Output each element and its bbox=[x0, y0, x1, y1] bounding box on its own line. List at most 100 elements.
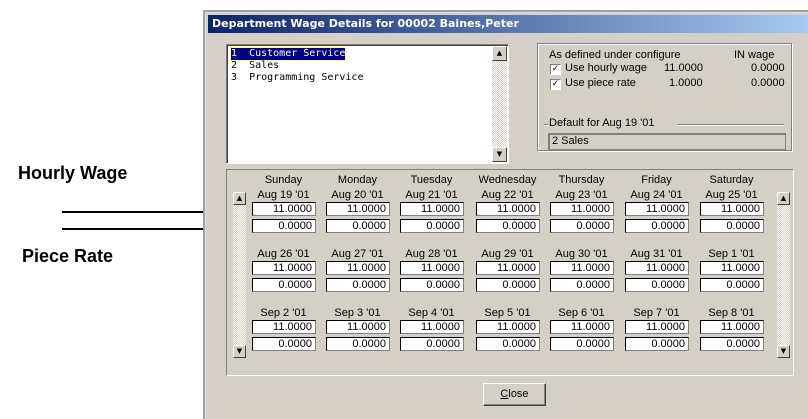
piece-rate-field[interactable]: 0.0000 bbox=[326, 278, 390, 292]
hourly-wage-field[interactable]: 11.0000 bbox=[326, 320, 390, 334]
department-scrollbar[interactable]: ▲ ▼ bbox=[492, 46, 507, 162]
date-label: Sep 7 '01 bbox=[633, 307, 680, 319]
default-label: Default for Aug 19 '01 bbox=[549, 117, 655, 129]
department-name: Sales bbox=[249, 60, 280, 71]
hourly-wage-field[interactable]: 11.0000 bbox=[700, 202, 764, 216]
piece-rate-field[interactable]: 0.0000 bbox=[252, 278, 316, 292]
piece-rate-field[interactable]: 0.0000 bbox=[476, 278, 540, 292]
department-num: 3 bbox=[231, 72, 238, 83]
hourly-wage-field[interactable]: 11.0000 bbox=[326, 202, 390, 216]
calendar-scroll-left-bottom[interactable]: ▼ bbox=[233, 345, 246, 358]
piece-rate-label: Use piece rate bbox=[565, 77, 636, 89]
department-name: Programming Service bbox=[249, 72, 364, 83]
piece-rate-field[interactable]: 0.0000 bbox=[400, 278, 464, 292]
default-group-line-right bbox=[678, 124, 784, 125]
department-num: 2 bbox=[231, 60, 238, 71]
scroll-up-button[interactable]: ▲ bbox=[492, 46, 507, 61]
day-header-friday: Friday bbox=[641, 174, 672, 186]
date-label: Aug 23 '01 bbox=[555, 189, 608, 201]
hourly-wage-field[interactable]: 11.0000 bbox=[476, 261, 540, 275]
date-label: Aug 24 '01 bbox=[630, 189, 683, 201]
piece-rate-field[interactable]: 0.0000 bbox=[700, 337, 764, 351]
hourly-wage-field[interactable]: 11.0000 bbox=[400, 261, 464, 275]
date-label: Sep 3 '01 bbox=[334, 307, 381, 319]
date-label: Sep 2 '01 bbox=[260, 307, 307, 319]
piece-rate-field[interactable]: 0.0000 bbox=[476, 219, 540, 233]
date-label: Sep 5 '01 bbox=[484, 307, 531, 319]
hourly-wage-field[interactable]: 11.0000 bbox=[252, 261, 316, 275]
piece-in-wage-value: 0.0000 bbox=[751, 77, 785, 89]
department-listbox[interactable]: 1 Customer Service 2 Sales 3 Programming… bbox=[226, 44, 509, 164]
hourly-wage-field[interactable]: 11.0000 bbox=[400, 320, 464, 334]
piece-rate-value: 1.0000 bbox=[669, 77, 703, 89]
department-name: Customer Service bbox=[249, 48, 346, 59]
close-button[interactable]: Close bbox=[483, 383, 546, 406]
date-label: Aug 22 '01 bbox=[481, 189, 534, 201]
piece-rate-field[interactable]: 0.0000 bbox=[550, 219, 614, 233]
hourly-wage-field[interactable]: 11.0000 bbox=[625, 320, 689, 334]
default-department-field: 2 Sales bbox=[548, 133, 786, 150]
department-wage-window: Department Wage Details for 00002 Baines… bbox=[205, 12, 808, 419]
calendar-scroll-right-bottom[interactable]: ▼ bbox=[777, 345, 790, 358]
close-label: lose bbox=[508, 388, 529, 400]
hourly-wage-field[interactable]: 11.0000 bbox=[326, 261, 390, 275]
hourly-wage-annotation: Hourly Wage bbox=[18, 163, 128, 183]
piece-rate-field[interactable]: 0.0000 bbox=[252, 337, 316, 351]
date-label: Aug 20 '01 bbox=[331, 189, 384, 201]
piece-rate-field[interactable]: 0.0000 bbox=[550, 337, 614, 351]
date-label: Sep 4 '01 bbox=[408, 307, 455, 319]
date-label: Aug 26 '01 bbox=[257, 248, 310, 260]
scroll-down-button[interactable]: ▼ bbox=[492, 147, 507, 162]
hourly-wage-field[interactable]: 11.0000 bbox=[476, 320, 540, 334]
hourly-wage-field[interactable]: 11.0000 bbox=[700, 320, 764, 334]
piece-rate-field[interactable]: 0.0000 bbox=[326, 219, 390, 233]
date-label: Aug 19 '01 bbox=[257, 189, 310, 201]
config-header: As defined under configure bbox=[549, 49, 681, 61]
hourly-wage-field[interactable]: 11.0000 bbox=[550, 261, 614, 275]
date-label: Aug 29 '01 bbox=[481, 248, 534, 260]
piece-rate-field[interactable]: 0.0000 bbox=[400, 219, 464, 233]
hourly-wage-field[interactable]: 11.0000 bbox=[252, 202, 316, 216]
date-label: Aug 21 '01 bbox=[405, 189, 458, 201]
day-header-saturday: Saturday bbox=[709, 174, 754, 186]
window-title[interactable]: Department Wage Details for 00002 Baines… bbox=[208, 15, 808, 33]
hourly-wage-field[interactable]: 11.0000 bbox=[625, 202, 689, 216]
date-label: Sep 8 '01 bbox=[708, 307, 755, 319]
day-header-sunday: Sunday bbox=[264, 174, 303, 186]
day-header-monday: Monday bbox=[337, 174, 378, 186]
day-header-tuesday: Tuesday bbox=[410, 174, 453, 186]
hourly-wage-checkbox[interactable]: ✓ bbox=[550, 64, 561, 75]
calendar-left-scrollbar[interactable] bbox=[233, 205, 246, 345]
department-item-1[interactable]: 1 Customer Service bbox=[229, 47, 347, 61]
piece-rate-field[interactable]: 0.0000 bbox=[252, 219, 316, 233]
piece-rate-field[interactable]: 0.0000 bbox=[700, 278, 764, 292]
piece-rate-field[interactable]: 0.0000 bbox=[476, 337, 540, 351]
piece-rate-field[interactable]: 0.0000 bbox=[625, 337, 689, 351]
piece-rate-field[interactable]: 0.0000 bbox=[625, 219, 689, 233]
piece-rate-field[interactable]: 0.0000 bbox=[400, 337, 464, 351]
date-label: Aug 25 '01 bbox=[705, 189, 758, 201]
calendar-scroll-left-top[interactable]: ▲ bbox=[233, 192, 246, 205]
piece-rate-field[interactable]: 0.0000 bbox=[700, 219, 764, 233]
calendar-right-scrollbar[interactable] bbox=[777, 205, 790, 345]
in-wage-header: IN wage bbox=[734, 49, 775, 61]
hourly-wage-field[interactable]: 11.0000 bbox=[476, 202, 540, 216]
piece-rate-field[interactable]: 0.0000 bbox=[625, 278, 689, 292]
hourly-wage-field[interactable]: 11.0000 bbox=[400, 202, 464, 216]
hourly-wage-field[interactable]: 11.0000 bbox=[625, 261, 689, 275]
hourly-wage-label: Use hourly wage bbox=[565, 62, 647, 74]
hourly-wage-field[interactable]: 11.0000 bbox=[550, 320, 614, 334]
hourly-wage-field[interactable]: 11.0000 bbox=[550, 202, 614, 216]
piece-rate-field[interactable]: 0.0000 bbox=[326, 337, 390, 351]
hourly-wage-field[interactable]: 11.0000 bbox=[252, 320, 316, 334]
date-label: Sep 1 '01 bbox=[708, 248, 755, 260]
piece-rate-checkbox[interactable]: ✓ bbox=[550, 79, 561, 90]
department-item-3[interactable]: 3 Programming Service bbox=[231, 72, 363, 84]
date-label: Aug 31 '01 bbox=[630, 248, 683, 260]
default-group-line-left bbox=[544, 124, 548, 125]
hourly-wage-field[interactable]: 11.0000 bbox=[700, 261, 764, 275]
department-item-2[interactable]: 2 Sales bbox=[231, 60, 279, 72]
piece-rate-field[interactable]: 0.0000 bbox=[550, 278, 614, 292]
date-label: Sep 6 '01 bbox=[558, 307, 605, 319]
calendar-scroll-right-top[interactable]: ▲ bbox=[777, 192, 790, 205]
